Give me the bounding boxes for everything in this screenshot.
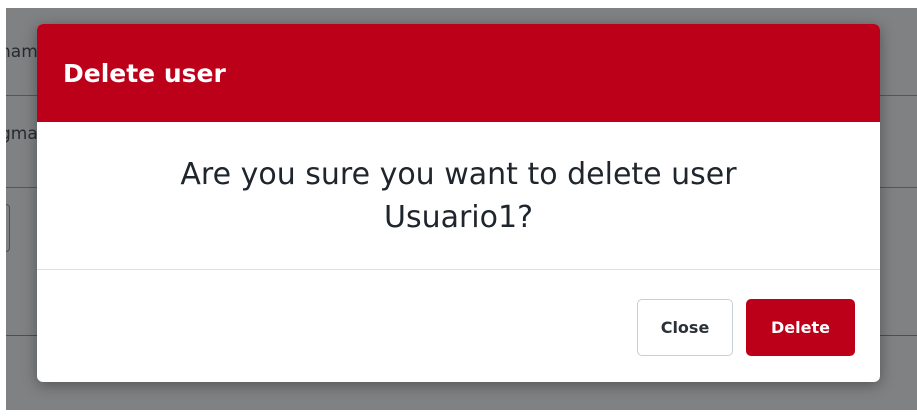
dialog-footer: Close Delete [37,270,880,382]
dialog-body: Are you sure you want to delete user Usu… [37,122,880,270]
screenshot-edge [0,410,917,416]
screenshot-edge [0,0,917,8]
screenshot-edge [0,0,6,416]
close-button[interactable]: Close [637,299,733,356]
delete-user-dialog: Delete user Are you sure you want to del… [37,24,880,382]
dialog-header: Delete user [37,24,880,122]
dialog-title: Delete user [63,58,226,88]
dialog-message: Are you sure you want to delete user Usu… [180,156,737,235]
screen: nam gma Delete user Are you sure you wan… [0,0,917,416]
delete-button[interactable]: Delete [746,299,855,356]
